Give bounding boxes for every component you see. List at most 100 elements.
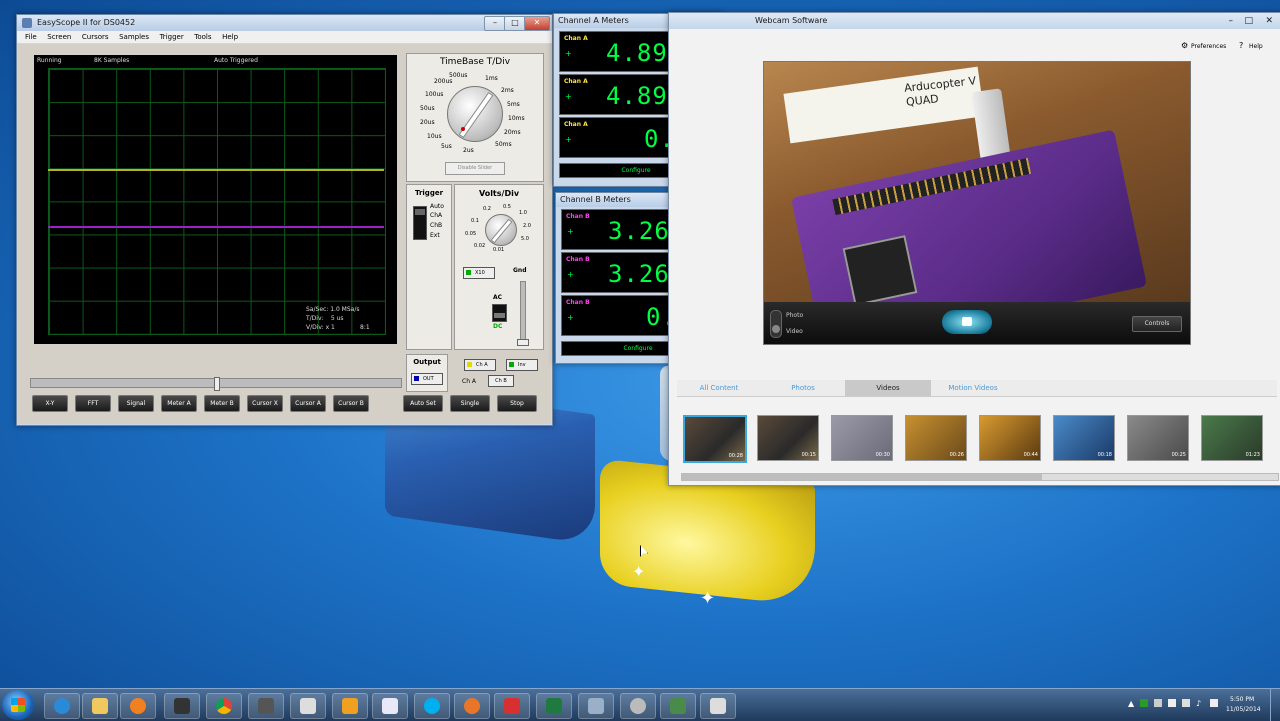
video-thumbnail[interactable]: 00:26 bbox=[905, 415, 967, 461]
help-icon[interactable]: ? bbox=[1239, 41, 1243, 50]
taskbar-webcam[interactable] bbox=[700, 693, 736, 719]
taskbar-app-m[interactable] bbox=[164, 693, 200, 719]
inv-button[interactable]: Inv bbox=[506, 359, 538, 371]
cursor-x-button[interactable]: Cursor X bbox=[247, 395, 283, 412]
taskbar-media-player[interactable] bbox=[120, 693, 156, 719]
webcam-titlebar[interactable]: Webcam Software – □ ✕ bbox=[669, 13, 1280, 29]
taskbar-explorer[interactable] bbox=[82, 693, 118, 719]
single-button[interactable]: Single bbox=[450, 395, 490, 412]
record-button[interactable] bbox=[942, 310, 992, 334]
taskbar-app-circle[interactable] bbox=[620, 693, 656, 719]
chb-button[interactable]: Ch B bbox=[488, 375, 514, 387]
time-scroll-slider[interactable] bbox=[30, 377, 402, 391]
taskbar-people[interactable] bbox=[290, 693, 326, 719]
cursor-a-button[interactable]: Cursor A bbox=[290, 395, 326, 412]
tb-label-20ms: 20ms bbox=[504, 129, 521, 136]
video-thumbnail[interactable]: 00:30 bbox=[831, 415, 893, 461]
tray-green-icon[interactable] bbox=[1140, 699, 1148, 707]
taskbar-app-red[interactable] bbox=[494, 693, 530, 719]
voltsdiv-knob[interactable] bbox=[485, 214, 517, 246]
video-label[interactable]: Video bbox=[786, 328, 803, 335]
tray-app-icon[interactable] bbox=[1154, 699, 1162, 707]
menu-screen[interactable]: Screen bbox=[43, 31, 75, 43]
trigger-cha[interactable]: ChA bbox=[430, 212, 442, 219]
video-thumbnail[interactable]: 00:44 bbox=[979, 415, 1041, 461]
scope-display[interactable]: Running 8K Samples Auto Triggered Sa/Sec… bbox=[34, 55, 397, 344]
webcam-window[interactable]: Webcam Software – □ ✕ ⚙ Preferences ? He… bbox=[668, 12, 1280, 486]
fft-button[interactable]: FFT bbox=[75, 395, 111, 412]
tray-arrow-icon[interactable]: ▲ bbox=[1128, 699, 1134, 708]
trigger-chb[interactable]: ChB bbox=[430, 222, 442, 229]
help-link[interactable]: Help bbox=[1249, 43, 1263, 50]
taskbar-office[interactable] bbox=[332, 693, 368, 719]
photo-video-toggle[interactable] bbox=[770, 310, 782, 338]
gear-icon[interactable]: ⚙ bbox=[1181, 41, 1188, 50]
video-thumbnail[interactable]: 00:18 bbox=[1053, 415, 1115, 461]
menu-tools[interactable]: Tools bbox=[190, 31, 215, 43]
taskbar-firefox[interactable] bbox=[454, 693, 490, 719]
video-thumbnail[interactable]: 00:28 bbox=[683, 415, 747, 463]
tab-videos[interactable]: Videos bbox=[845, 380, 931, 396]
trigger-auto[interactable]: Auto bbox=[430, 203, 444, 210]
meter-b-button[interactable]: Meter B bbox=[204, 395, 240, 412]
thumbnail-scrollbar[interactable] bbox=[681, 473, 1279, 481]
taskbar-chrome[interactable] bbox=[206, 693, 242, 719]
show-desktop-button[interactable] bbox=[1270, 689, 1280, 721]
preferences-link[interactable]: Preferences bbox=[1191, 43, 1226, 50]
timebase-knob[interactable] bbox=[447, 86, 503, 142]
menu-samples[interactable]: Samples bbox=[115, 31, 153, 43]
taskbar-scope[interactable] bbox=[372, 693, 408, 719]
meter-a-button[interactable]: Meter A bbox=[161, 395, 197, 412]
tab-all-content[interactable]: All Content bbox=[677, 380, 761, 396]
easyscope-window[interactable]: EasyScope II for DS0452 – □ ✕ File Scree… bbox=[16, 14, 553, 426]
minimize-icon[interactable]: – bbox=[1229, 13, 1234, 29]
menu-trigger[interactable]: Trigger bbox=[156, 31, 188, 43]
disable-slider-button[interactable]: Disable Slider bbox=[445, 162, 505, 175]
webcam-preview[interactable]: Arducopter V QUAD Photo Video Controls bbox=[763, 61, 1191, 345]
close-icon[interactable]: ✕ bbox=[1265, 13, 1273, 29]
menu-help[interactable]: Help bbox=[218, 31, 242, 43]
clock-time[interactable]: 5:50 PM bbox=[1230, 696, 1254, 703]
tray-power-icon[interactable] bbox=[1210, 699, 1218, 707]
cha-button[interactable]: Ch A bbox=[464, 359, 496, 371]
video-thumbnail[interactable]: 00:15 bbox=[757, 415, 819, 461]
minimize-button[interactable]: – bbox=[484, 16, 506, 31]
thumbnail-duration: 00:44 bbox=[1023, 452, 1038, 458]
signal-button[interactable]: Signal bbox=[118, 395, 154, 412]
output-button[interactable]: OUT bbox=[411, 373, 443, 385]
clock-date[interactable]: 11/05/2014 bbox=[1226, 706, 1261, 713]
slider-thumb[interactable] bbox=[214, 377, 220, 391]
video-thumbnail[interactable]: 01:23 bbox=[1201, 415, 1263, 461]
close-button[interactable]: ✕ bbox=[524, 16, 550, 31]
tray-volume-icon[interactable]: ♪ bbox=[1196, 699, 1201, 708]
taskbar-tool[interactable] bbox=[248, 693, 284, 719]
photo-label[interactable]: Photo bbox=[786, 312, 803, 319]
taskbar-network[interactable] bbox=[578, 693, 614, 719]
maximize-icon[interactable]: □ bbox=[1244, 13, 1253, 29]
tray-flag-icon[interactable] bbox=[1182, 699, 1190, 707]
offset-slider[interactable] bbox=[517, 281, 529, 346]
cursor-b-button[interactable]: Cursor B bbox=[333, 395, 369, 412]
taskbar-skype[interactable] bbox=[414, 693, 450, 719]
tab-motion-videos[interactable]: Motion Videos bbox=[931, 380, 1015, 396]
menu-file[interactable]: File bbox=[21, 31, 41, 43]
timebase-title: TimeBase T/Div bbox=[439, 57, 511, 67]
coupling-switch[interactable] bbox=[492, 304, 507, 322]
stop-button[interactable]: Stop bbox=[497, 395, 537, 412]
taskbar-app-green[interactable] bbox=[660, 693, 696, 719]
auto-set-button[interactable]: Auto Set bbox=[403, 395, 443, 412]
tab-photos[interactable]: Photos bbox=[761, 380, 845, 396]
easyscope-titlebar[interactable]: EasyScope II for DS0452 – □ ✕ bbox=[17, 15, 552, 31]
maximize-button[interactable]: □ bbox=[504, 16, 526, 31]
tray-network-icon[interactable] bbox=[1168, 699, 1176, 707]
taskbar-excel[interactable] bbox=[536, 693, 572, 719]
controls-button[interactable]: Controls bbox=[1132, 316, 1182, 332]
menu-cursors[interactable]: Cursors bbox=[78, 31, 113, 43]
taskbar-ie[interactable] bbox=[44, 693, 80, 719]
video-thumbnail[interactable]: 00:25 bbox=[1127, 415, 1189, 461]
x10-button[interactable]: X10 bbox=[463, 267, 495, 279]
trigger-switch[interactable] bbox=[413, 206, 427, 240]
trigger-ext[interactable]: Ext bbox=[430, 232, 440, 239]
xy-button[interactable]: X-Y bbox=[32, 395, 68, 412]
start-button[interactable] bbox=[2, 690, 34, 720]
